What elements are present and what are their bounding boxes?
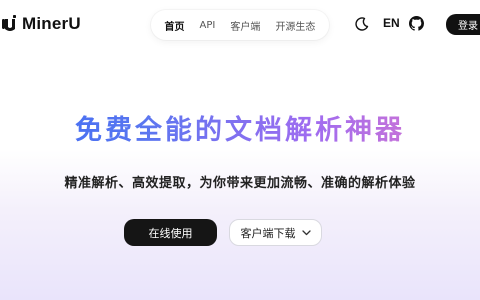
- client-download-button[interactable]: 客户端下载: [229, 219, 322, 246]
- use-online-label: 在线使用: [148, 226, 193, 240]
- top-header: MinerU 首页 API 客户端 开源生态 EN 登录: [0, 0, 480, 48]
- language-toggle[interactable]: EN: [383, 16, 400, 30]
- main-nav: 首页 API 客户端 开源生态: [151, 10, 329, 40]
- client-download-label: 客户端下载: [240, 226, 296, 240]
- moon-icon[interactable]: [355, 17, 369, 31]
- nav-item-open-source[interactable]: 开源生态: [275, 18, 315, 33]
- brand-logo[interactable]: MinerU: [2, 12, 81, 36]
- hero-subtitle: 精准解析、高效提取，为你带来更加流畅、准确的解析体验: [64, 176, 416, 191]
- github-icon[interactable]: [409, 16, 424, 31]
- nav-item-api[interactable]: API: [200, 20, 216, 31]
- hero-title: 免费全能的文档解析神器: [0, 108, 480, 147]
- login-button[interactable]: 登录: [446, 14, 480, 35]
- nav-item-client[interactable]: 客户端: [230, 18, 260, 33]
- chevron-down-icon: [301, 229, 311, 235]
- use-online-button[interactable]: 在线使用: [124, 219, 217, 246]
- nav-item-home[interactable]: 首页: [165, 18, 185, 33]
- brand-name: MinerU: [22, 14, 81, 33]
- mineru-logo-icon: [2, 15, 16, 31]
